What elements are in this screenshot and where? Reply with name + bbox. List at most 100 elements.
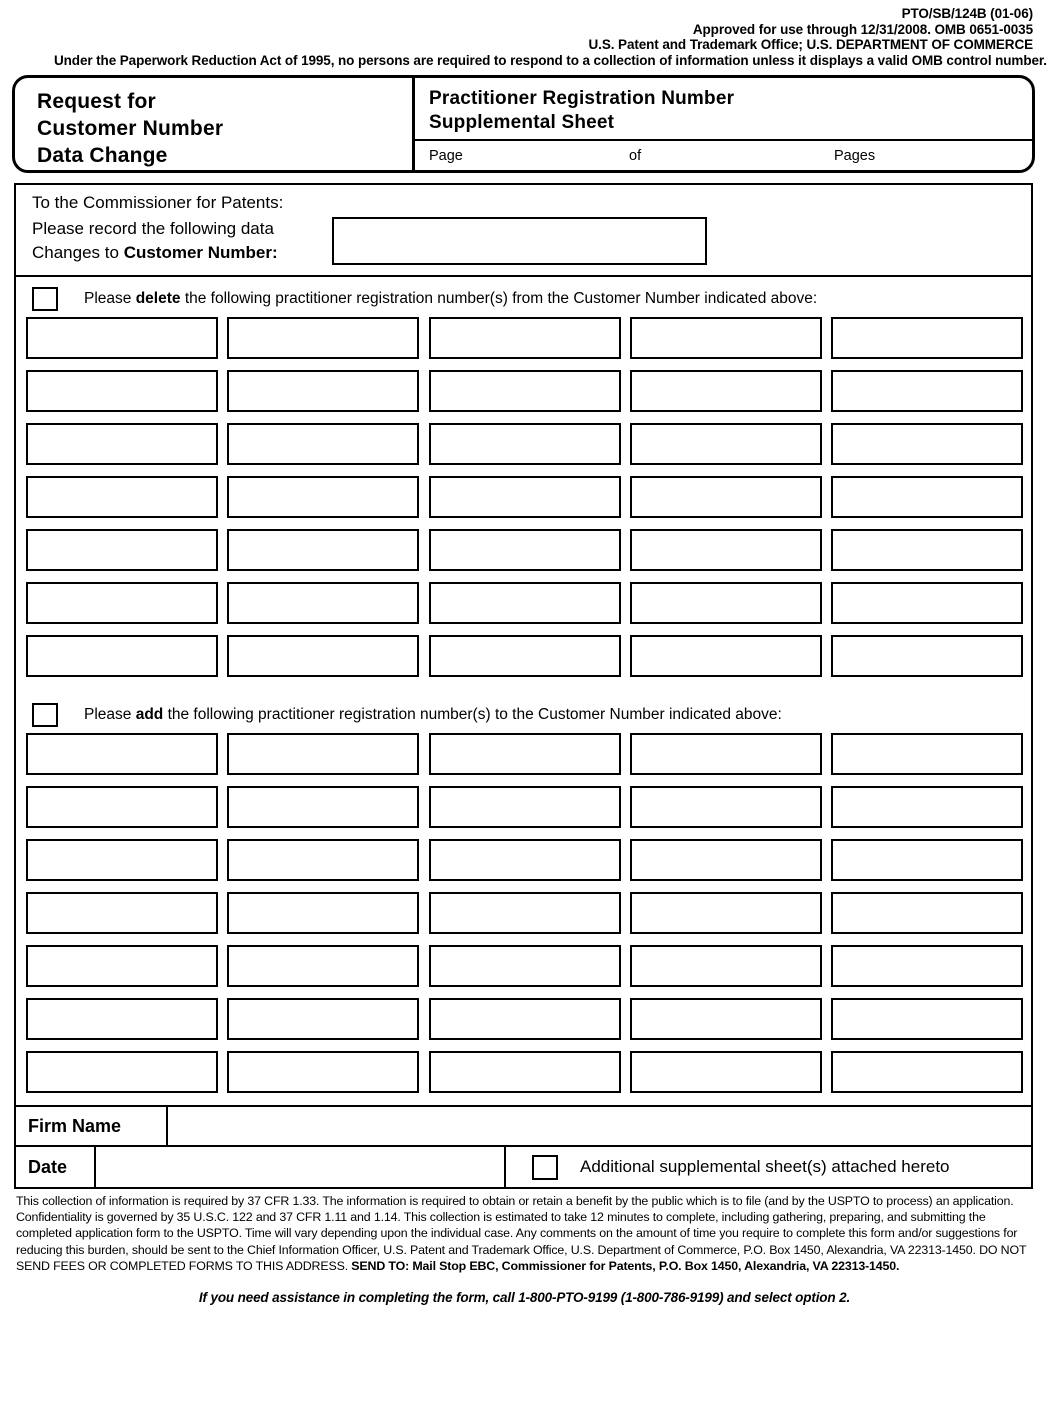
form-body: To the Commissioner for Patents: Please …: [14, 183, 1033, 1189]
registration-number-input[interactable]: [831, 529, 1023, 571]
date-row: Date Additional supplemental sheet(s) at…: [16, 1145, 1031, 1187]
registration-number-input[interactable]: [26, 786, 218, 828]
registration-number-input[interactable]: [428, 839, 621, 881]
registration-number-input[interactable]: [227, 786, 420, 828]
delete-instruction-row: Please delete the following practitioner…: [16, 277, 1031, 317]
registration-number-input[interactable]: [629, 892, 822, 934]
registration-number-input[interactable]: [629, 786, 822, 828]
registration-number-row: [26, 635, 1023, 677]
registration-number-row: [26, 839, 1023, 881]
registration-number-input[interactable]: [629, 423, 822, 465]
registration-number-input[interactable]: [428, 476, 621, 518]
registration-number-input[interactable]: [428, 998, 621, 1040]
customer-number-row: Please record the following data Changes…: [16, 217, 1031, 265]
registration-number-input[interactable]: [831, 839, 1023, 881]
registration-number-row: [26, 423, 1023, 465]
registration-number-row: [26, 733, 1023, 775]
registration-number-input[interactable]: [227, 476, 420, 518]
registration-number-input[interactable]: [831, 635, 1023, 677]
registration-number-input[interactable]: [831, 476, 1023, 518]
add-instruction-row: Please add the following practitioner re…: [16, 689, 1031, 733]
registration-number-input[interactable]: [428, 786, 621, 828]
registration-number-input[interactable]: [227, 892, 420, 934]
agency-header: PTO/SB/124B (01-06) Approved for use thr…: [0, 0, 1047, 68]
supplemental-title-line-1: Practitioner Registration Number: [429, 88, 735, 109]
registration-number-input[interactable]: [629, 476, 822, 518]
registration-number-input[interactable]: [227, 423, 420, 465]
registration-number-input[interactable]: [428, 423, 621, 465]
registration-number-input[interactable]: [26, 892, 218, 934]
registration-number-input[interactable]: [26, 423, 218, 465]
registration-number-input[interactable]: [428, 1051, 621, 1093]
registration-number-row: [26, 786, 1023, 828]
registration-number-input[interactable]: [227, 317, 420, 359]
registration-number-input[interactable]: [831, 582, 1023, 624]
firm-name-row: Firm Name: [16, 1105, 1031, 1145]
page-of-pages-row: Page of Pages: [415, 141, 1032, 170]
registration-number-input[interactable]: [428, 529, 621, 571]
date-input[interactable]: [96, 1147, 506, 1187]
record-line-2: Changes to Customer Number:: [32, 243, 278, 262]
registration-number-input[interactable]: [629, 635, 822, 677]
registration-number-input[interactable]: [26, 529, 218, 571]
registration-number-input[interactable]: [428, 945, 621, 987]
registration-number-input[interactable]: [629, 733, 822, 775]
registration-number-input[interactable]: [831, 1051, 1023, 1093]
registration-number-input[interactable]: [629, 370, 822, 412]
customer-number-input[interactable]: [332, 217, 707, 265]
registration-number-input[interactable]: [227, 733, 420, 775]
title-line-2: Customer Number: [37, 117, 224, 140]
registration-number-input[interactable]: [227, 945, 420, 987]
registration-number-input[interactable]: [26, 1051, 218, 1093]
registration-number-input[interactable]: [629, 317, 822, 359]
registration-number-row: [26, 892, 1023, 934]
registration-number-input[interactable]: [26, 839, 218, 881]
add-checkbox[interactable]: [32, 703, 58, 727]
registration-number-input[interactable]: [831, 998, 1023, 1040]
firm-name-input[interactable]: [168, 1107, 1031, 1145]
registration-number-input[interactable]: [26, 370, 218, 412]
registration-number-input[interactable]: [428, 733, 621, 775]
registration-number-input[interactable]: [26, 998, 218, 1040]
delete-checkbox[interactable]: [32, 287, 58, 311]
additional-sheets-checkbox[interactable]: [532, 1154, 558, 1180]
registration-number-input[interactable]: [629, 945, 822, 987]
registration-number-row: [26, 370, 1023, 412]
registration-number-input[interactable]: [428, 370, 621, 412]
registration-number-input[interactable]: [831, 892, 1023, 934]
registration-number-input[interactable]: [831, 945, 1023, 987]
registration-number-input[interactable]: [227, 839, 420, 881]
registration-number-input[interactable]: [629, 582, 822, 624]
registration-number-input[interactable]: [831, 423, 1023, 465]
additional-sheets-area: Additional supplemental sheet(s) attache…: [506, 1147, 1031, 1187]
registration-number-input[interactable]: [428, 892, 621, 934]
registration-number-input[interactable]: [428, 317, 621, 359]
registration-number-input[interactable]: [227, 370, 420, 412]
registration-number-input[interactable]: [831, 370, 1023, 412]
registration-number-input[interactable]: [26, 635, 218, 677]
registration-number-input[interactable]: [428, 635, 621, 677]
title-line-3: Data Change: [37, 144, 168, 167]
registration-number-input[interactable]: [26, 582, 218, 624]
registration-number-input[interactable]: [227, 529, 420, 571]
registration-number-input[interactable]: [831, 733, 1023, 775]
registration-number-input[interactable]: [26, 317, 218, 359]
registration-number-input[interactable]: [629, 998, 822, 1040]
supplemental-title-line-2: Supplemental Sheet: [429, 112, 615, 133]
registration-number-input[interactable]: [831, 317, 1023, 359]
registration-number-input[interactable]: [629, 529, 822, 571]
form-number: PTO/SB/124B (01-06): [901, 6, 1034, 21]
registration-number-input[interactable]: [227, 998, 420, 1040]
registration-number-input[interactable]: [227, 1051, 420, 1093]
delete-instruction-text: Please delete the following practitioner…: [84, 290, 818, 307]
registration-number-input[interactable]: [26, 945, 218, 987]
registration-number-input[interactable]: [227, 582, 420, 624]
registration-number-input[interactable]: [26, 733, 218, 775]
form-title-left: Request for Customer Number Data Change: [15, 78, 415, 170]
registration-number-input[interactable]: [227, 635, 420, 677]
registration-number-input[interactable]: [428, 582, 621, 624]
registration-number-input[interactable]: [629, 1051, 822, 1093]
registration-number-input[interactable]: [629, 839, 822, 881]
registration-number-input[interactable]: [831, 786, 1023, 828]
registration-number-input[interactable]: [26, 476, 218, 518]
